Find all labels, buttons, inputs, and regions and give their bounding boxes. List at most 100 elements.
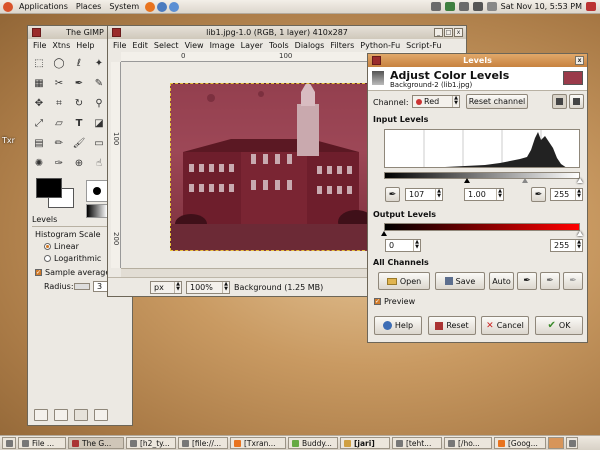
window-menu-icon[interactable] [112,28,121,37]
preview-checkbox[interactable]: ✓ Preview [374,297,415,306]
ok-button[interactable]: ✔ OK [535,316,583,335]
paintbrush-tool-icon[interactable]: 🖌 [72,136,86,150]
output-low-field[interactable]: 0 ▲ ▼ [385,239,421,252]
taskbar-item-gimp[interactable]: The G... [68,437,124,449]
pick-gray-all-button[interactable]: ✒ [540,272,560,290]
input-low-slider-handle[interactable] [464,178,470,183]
shear-tool-icon[interactable]: ▱ [52,116,66,130]
menu-dialogs[interactable]: Dialogs [292,41,328,50]
help-launcher-icon[interactable] [169,1,180,12]
output-high-field[interactable]: 255 ▲ ▼ [550,239,583,252]
taskbar-item-teht[interactable]: [teht... [392,437,442,449]
restore-options-icon[interactable] [54,409,68,421]
open-button[interactable]: Open [378,272,430,290]
volume-icon[interactable] [486,2,497,11]
logarithmic-radio[interactable]: Logarithmic [44,254,101,263]
toolbox-menu-xtns[interactable]: Xtns [49,41,73,50]
menu-filters[interactable]: Filters [327,41,357,50]
scissors-tool-icon[interactable]: ✂ [52,76,66,90]
desktop-icon-label[interactable]: Txr [2,136,15,145]
scale-tool-icon[interactable]: ⤢ [32,116,46,130]
output-low-slider-handle[interactable] [381,231,387,236]
input-gamma-field[interactable]: 1.00 ▲ ▼ [464,188,504,201]
taskbar-item-h2[interactable]: [h2_ty... [126,437,176,449]
menu-places[interactable]: Places [72,2,105,11]
fuzzy-select-tool-icon[interactable]: ✦ [92,56,106,70]
maximize-icon[interactable]: □ [444,28,453,37]
menu-edit[interactable]: Edit [129,41,151,50]
color-area[interactable] [36,178,80,218]
lasso-tool-icon[interactable]: ℓ [72,56,86,70]
show-desktop-button[interactable] [2,437,16,449]
input-gamma-slider-handle[interactable] [522,178,528,183]
bucket-fill-tool-icon[interactable]: ◪ [92,116,106,130]
pick-white-point-button[interactable]: ✒ [531,187,546,202]
levels-titlebar[interactable]: Levels x [368,54,587,67]
histogram[interactable] [384,129,580,168]
battery-icon[interactable] [472,2,483,11]
update-icon[interactable] [444,2,455,11]
firefox-launcher-icon[interactable] [145,1,156,12]
ellipse-select-tool-icon[interactable]: ◯ [52,56,66,70]
paths-tool-icon[interactable]: ✒ [72,76,86,90]
radius-slider[interactable] [74,283,90,290]
zoom-tool-icon[interactable]: ⚲ [92,96,106,110]
image-canvas[interactable] [170,83,370,251]
color-select-tool-icon[interactable]: ▦ [32,76,46,90]
pick-white-all-button[interactable]: ✒ [563,272,583,290]
taskbar-item-buddy[interactable]: Buddy... [288,437,338,449]
taskbar-item-home[interactable]: [/ho... [444,437,492,449]
trash-button[interactable] [566,437,578,449]
rect-select-tool-icon[interactable]: ⬚ [32,56,46,70]
sample-average-checkbox[interactable]: ✓ Sample average [35,268,110,277]
menu-select[interactable]: Select [151,41,182,50]
unit-select[interactable]: px ▲ ▼ [150,281,182,294]
airbrush-tool-icon[interactable]: ✺ [32,156,46,170]
smudge-tool-icon[interactable]: ☝ [92,156,106,170]
taskbar-item-google[interactable]: [Goog... [494,437,546,449]
reset-channel-button[interactable]: Reset channel [466,94,528,109]
save-options-icon[interactable] [34,409,48,421]
menu-layer[interactable]: Layer [238,41,266,50]
output-gradient[interactable] [384,223,580,231]
color-picker-tool-icon[interactable]: ✎ [92,76,106,90]
menu-file[interactable]: File [110,41,129,50]
minimize-icon[interactable]: _ [434,28,443,37]
help-button[interactable]: Help [374,316,422,335]
pick-black-all-button[interactable]: ✒ [517,272,537,290]
close-icon[interactable]: x [454,28,463,37]
menu-python-fu[interactable]: Python-Fu [357,41,403,50]
taskbar-item-file-url[interactable]: [file://... [178,437,228,449]
pencil-tool-icon[interactable]: ✏ [52,136,66,150]
image-titlebar[interactable]: lib1.jpg-1.0 (RGB, 1 layer) 410x287 _ □ … [108,26,466,39]
blend-tool-icon[interactable]: ▤ [32,136,46,150]
toolbox-menu-file[interactable]: File [30,41,49,50]
clone-tool-icon[interactable]: ⊕ [72,156,86,170]
channel-select[interactable]: Red ▲ ▼ [412,95,460,108]
taskbar-item-file[interactable]: File ... [18,437,66,449]
reset-options-icon[interactable] [94,409,108,421]
vertical-ruler[interactable]: 100 200 [111,62,121,268]
delete-options-icon[interactable] [74,409,88,421]
window-menu-icon[interactable] [32,28,41,37]
input-gradient[interactable] [384,172,580,179]
toolbox-menu-help[interactable]: Help [73,41,97,50]
menu-image[interactable]: Image [207,41,238,50]
menu-applications[interactable]: Applications [15,2,72,11]
output-high-slider-handle[interactable] [577,231,583,236]
input-high-field[interactable]: 255 ▲ ▼ [550,188,583,201]
eraser-tool-icon[interactable]: ▭ [92,136,106,150]
reset-button[interactable]: Reset [428,316,476,335]
ubuntu-logo-icon[interactable] [3,1,13,12]
rotate-tool-icon[interactable]: ↻ [72,96,86,110]
window-menu-icon[interactable] [372,56,381,65]
menu-tools[interactable]: Tools [266,41,292,50]
input-low-field[interactable]: 107 ▲ ▼ [405,188,443,201]
linear-histogram-button[interactable] [552,94,567,109]
menu-system[interactable]: System [105,2,143,11]
move-tool-icon[interactable]: ✥ [32,96,46,110]
clock[interactable]: Sat Nov 10, 5:53 PM [501,2,582,11]
menu-script-fu[interactable]: Script-Fu [403,41,444,50]
mail-launcher-icon[interactable] [157,1,168,12]
printer-icon[interactable] [430,2,441,11]
